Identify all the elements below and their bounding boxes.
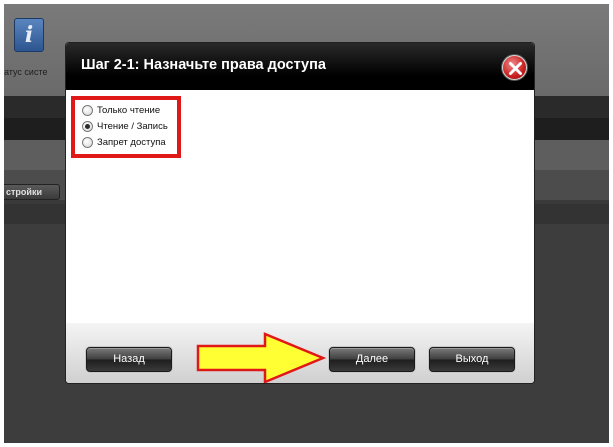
option-read-write[interactable]: Чтение / Запись <box>82 119 168 133</box>
radio-read-only[interactable] <box>82 104 93 116</box>
exit-button[interactable]: Выход <box>429 347 515 372</box>
close-button[interactable] <box>502 55 527 80</box>
pointer-arrow-icon <box>196 332 327 383</box>
option-deny-access[interactable]: Запрет доступа <box>82 135 166 149</box>
settings-tab[interactable]: стройки <box>4 184 60 200</box>
info-icon-glyph: i <box>24 22 34 48</box>
close-icon <box>509 62 522 75</box>
option-label: Только чтение <box>97 104 161 116</box>
dialog-body: Только чтение Чтение / Запись Запрет дос… <box>66 90 534 323</box>
app-screen: i атус систе стройки Шаг 2-1: Назначьте … <box>4 4 609 443</box>
option-label: Чтение / Запись <box>97 120 168 132</box>
next-button[interactable]: Далее <box>329 347 415 372</box>
dialog-header: Шаг 2-1: Назначьте права доступа <box>66 43 534 90</box>
info-icon[interactable]: i <box>14 18 44 52</box>
access-rights-dialog: Шаг 2-1: Назначьте права доступа Только … <box>65 42 535 384</box>
option-read-only[interactable]: Только чтение <box>82 103 160 117</box>
system-status-label: атус систе <box>4 67 48 77</box>
dialog-footer: Назад Далее Выход <box>66 323 534 383</box>
option-label: Запрет доступа <box>97 136 166 148</box>
dialog-title: Шаг 2-1: Назначьте права доступа <box>81 57 326 73</box>
radio-deny-access[interactable] <box>82 136 93 148</box>
radio-read-write[interactable] <box>82 120 93 132</box>
back-button[interactable]: Назад <box>86 347 172 372</box>
